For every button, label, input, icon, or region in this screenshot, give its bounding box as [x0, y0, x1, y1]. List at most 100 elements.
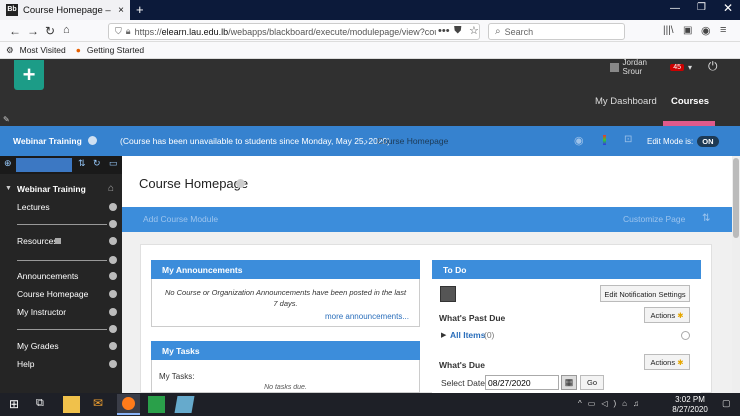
menu-search[interactable] [16, 158, 72, 172]
file-explorer-icon[interactable] [63, 396, 80, 413]
url-bar[interactable]: ⛉ 🔒︎ https://elearn.lau.edu.lb/webapps/b… [108, 23, 480, 40]
sidebar-item-options-icon[interactable] [109, 290, 117, 298]
sidebar-item-my-grades[interactable]: My Grades [17, 341, 59, 351]
bookmark-getting-started[interactable]: Getting Started [87, 45, 144, 55]
home-menu-icon[interactable]: ⌂ [108, 183, 114, 194]
breadcrumb-status: (Course has been unavailable to students… [120, 136, 391, 146]
all-items-link[interactable]: All Items [450, 330, 485, 340]
power-icon[interactable]: ⏻ [708, 59, 718, 74]
folder-icon[interactable]: ▭ [109, 158, 118, 169]
lock-icon: 🔒︎ [125, 26, 131, 36]
breadcrumb-course[interactable]: Webinar Training [13, 136, 82, 146]
eye-icon[interactable]: ◉ [574, 134, 584, 147]
divider [17, 224, 107, 225]
close-window-icon[interactable]: ✕ [723, 1, 733, 15]
sidebar-item-help[interactable]: Help [17, 359, 34, 369]
lock-course-icon[interactable]: ⊡ [624, 134, 632, 145]
user-menu[interactable]: Jordan Srour 45 ▾ [610, 58, 692, 76]
nav-my-dashboard[interactable]: My Dashboard [595, 96, 657, 107]
tasks-label: My Tasks: [159, 372, 195, 381]
divider-options-icon[interactable] [109, 220, 117, 228]
edit-mode-value: ON [697, 136, 719, 147]
sidebar-item-options-icon[interactable] [109, 308, 117, 316]
nav-courses[interactable]: Courses [671, 96, 709, 107]
sort-icon[interactable]: ⇅ [78, 158, 86, 169]
collapse-icon[interactable]: ▼ [5, 185, 12, 192]
actions-button[interactable]: Actions ✱ [644, 354, 690, 370]
sidebar-item-lectures[interactable]: Lectures [17, 202, 50, 212]
sidebar-item-course-homepage[interactable]: Course Homepage [17, 289, 88, 299]
actions-label: Actions [650, 311, 676, 320]
tray-icons[interactable]: ^▭◁)⌂♫ [578, 399, 645, 408]
course-menu-title[interactable]: Webinar Training [17, 184, 86, 194]
account-icon[interactable]: ◉ [701, 24, 711, 37]
task-view-icon[interactable]: ⧉ [36, 397, 44, 410]
mail-icon[interactable]: ✉ [93, 396, 103, 410]
search-placeholder: Search [504, 26, 534, 37]
page-title-options-icon[interactable] [236, 179, 245, 188]
more-announcements-link[interactable]: more announcements... [162, 311, 409, 322]
notifications-icon[interactable]: ▢ [722, 398, 731, 409]
tasks-title[interactable]: My Tasks [151, 341, 420, 360]
new-tab-icon[interactable]: + [136, 2, 144, 17]
go-button[interactable]: Go [580, 375, 604, 390]
restore-icon[interactable]: ❐ [697, 2, 706, 13]
sidebar-item-options-icon[interactable] [109, 342, 117, 350]
reorder-icon[interactable]: ⇅ [702, 213, 710, 224]
search-input[interactable]: ⌕ Search [488, 23, 625, 40]
divider [17, 260, 107, 261]
search-icon: ⌕ [495, 26, 501, 37]
sidebar-item-resources[interactable]: Resources [17, 236, 58, 246]
breadcrumb-current: Course Homepage [377, 136, 449, 146]
close-tab-icon[interactable]: × [118, 5, 124, 16]
refresh-icon[interactable]: ↻ [93, 158, 101, 169]
pocket-icon[interactable]: ⛊ [454, 25, 462, 36]
minimize-icon[interactable]: — [670, 3, 680, 14]
sidebar-item-announcements[interactable]: Announcements [17, 271, 78, 281]
edit-notification-settings-button[interactable]: Edit Notification Settings [600, 285, 690, 302]
expand-arrow-icon[interactable]: ▶ [441, 331, 446, 339]
windows-start-icon[interactable]: ⊞ [9, 397, 19, 411]
home-icon[interactable]: ⌂ [63, 24, 70, 36]
browser-tab[interactable]: Bb Course Homepage – Webinar × [0, 0, 130, 20]
bookmark-star-icon[interactable]: ☆ [469, 24, 479, 37]
sidebar-toggle-icon[interactable]: ▣ [683, 25, 692, 36]
sidebar-item-options-icon[interactable] [109, 360, 117, 368]
notification-badge: 45 [670, 63, 684, 71]
todo-title[interactable]: To Do [432, 260, 701, 279]
pin-icon[interactable]: ✎ [3, 115, 10, 124]
logo-plus-icon[interactable]: + [14, 60, 44, 90]
calendar-icon[interactable]: ▦ [561, 375, 577, 390]
bookmark-most-visited[interactable]: Most Visited [20, 45, 66, 55]
sidebar-item-options-icon[interactable] [109, 237, 117, 245]
notes-app-icon[interactable] [174, 396, 195, 413]
sidebar-item-options-icon[interactable] [109, 272, 117, 280]
divider-options-icon[interactable] [109, 256, 117, 264]
app-cube-icon[interactable] [148, 396, 165, 413]
sidebar-item-my-instructor[interactable]: My Instructor [17, 307, 66, 317]
clock[interactable]: 3:02 PM 8/27/2020 [666, 395, 714, 415]
firefox-logo-icon [122, 397, 135, 410]
edit-mode-label: Edit Mode is: [647, 137, 694, 146]
tasks-module: My Tasks My Tasks: No tasks due. [151, 341, 420, 393]
reload-icon[interactable]: ↻ [45, 24, 55, 38]
divider-options-icon[interactable] [109, 325, 117, 333]
menu-icon[interactable]: ≡ [720, 24, 726, 36]
back-icon[interactable]: ← [9, 24, 21, 38]
color-bar-icon[interactable] [603, 135, 606, 145]
actions-button[interactable]: Actions ✱ [644, 307, 690, 323]
past-due-heading: What's Past Due [439, 313, 506, 323]
scroll-thumb[interactable] [733, 158, 739, 238]
sidebar-item-options-icon[interactable] [109, 203, 117, 211]
forward-icon[interactable]: → [27, 24, 39, 38]
customize-page-button[interactable]: Customize Page [623, 214, 685, 224]
library-icon[interactable]: |||\ [663, 25, 674, 36]
date-input[interactable] [485, 375, 559, 390]
chevron-circle-icon[interactable] [88, 136, 97, 145]
announcements-empty-text: No Course or Organization Announcements … [164, 288, 407, 308]
add-menu-item-icon[interactable]: ⊕ [4, 158, 12, 169]
announcements-title[interactable]: My Announcements [151, 260, 420, 279]
page-actions-icon[interactable]: ••• [436, 25, 452, 37]
add-course-module-button[interactable]: Add Course Module [143, 214, 218, 224]
edit-mode-toggle[interactable]: Edit Mode is: ON [647, 136, 719, 147]
